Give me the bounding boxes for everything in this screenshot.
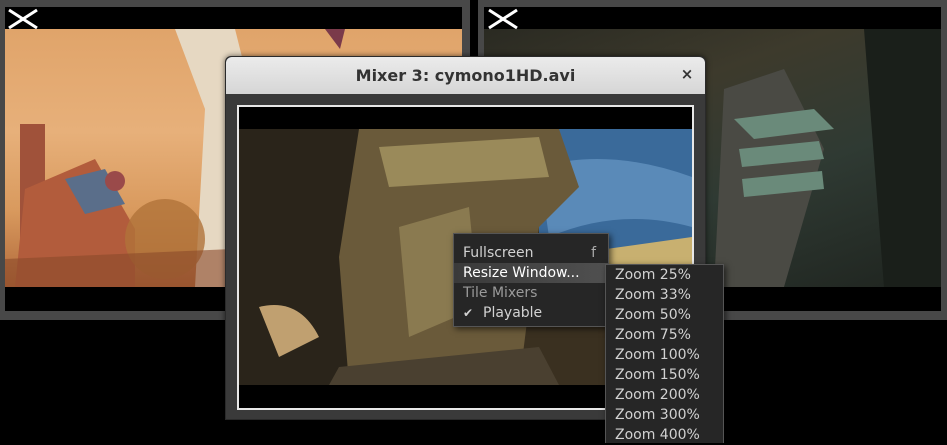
menu-item-label: Playable	[483, 305, 543, 321]
menu-item-zoom-50[interactable]: Zoom 50%	[606, 305, 723, 325]
menu-item-label: Tile Mixers	[463, 285, 538, 301]
menu-item-zoom-200[interactable]: Zoom 200%	[606, 385, 723, 405]
menu-item-zoom-75[interactable]: Zoom 75%	[606, 325, 723, 345]
menu-item-accelerator: f	[591, 245, 596, 261]
menu-item-label: Fullscreen	[463, 245, 534, 261]
menu-item-zoom-150[interactable]: Zoom 150%	[606, 365, 723, 385]
menu-item-label: Zoom 50%	[615, 307, 691, 323]
menu-item-playable[interactable]: ✔ Playable	[454, 303, 608, 323]
window-title: Mixer 3: cymono1HD.avi	[355, 66, 576, 85]
menu-item-zoom-300[interactable]: Zoom 300%	[606, 405, 723, 425]
menu-item-label: Zoom 25%	[615, 267, 691, 283]
menu-item-zoom-100[interactable]: Zoom 100%	[606, 345, 723, 365]
menu-item-label: Zoom 100%	[615, 347, 700, 363]
close-button[interactable]: ×	[677, 64, 697, 84]
menu-item-label: Zoom 33%	[615, 287, 691, 303]
menu-item-label: Resize Window...	[463, 265, 580, 281]
menu-item-zoom-25[interactable]: Zoom 25%	[606, 265, 723, 285]
context-menu: Fullscreen f Resize Window... Tile Mixer…	[453, 233, 609, 327]
title-bar[interactable]: Mixer 3: cymono1HD.avi ×	[226, 57, 705, 94]
close-x-icon[interactable]	[486, 8, 520, 30]
menu-item-tile-mixers[interactable]: Tile Mixers	[454, 283, 608, 303]
menu-item-fullscreen[interactable]: Fullscreen f	[454, 243, 608, 263]
menu-item-label: Zoom 75%	[615, 327, 691, 343]
menu-item-label: Zoom 300%	[615, 407, 700, 423]
menu-item-zoom-33[interactable]: Zoom 33%	[606, 285, 723, 305]
menu-item-zoom-400[interactable]: Zoom 400%	[606, 425, 723, 445]
menu-item-resize-window[interactable]: Resize Window...	[454, 263, 608, 283]
menu-item-label: Zoom 150%	[615, 367, 700, 383]
check-icon: ✔	[463, 306, 474, 320]
menu-item-label: Zoom 400%	[615, 427, 700, 443]
zoom-submenu: Zoom 25% Zoom 33% Zoom 50% Zoom 75% Zoom…	[605, 264, 724, 443]
close-x-icon[interactable]	[6, 8, 40, 30]
menu-item-label: Zoom 200%	[615, 387, 700, 403]
